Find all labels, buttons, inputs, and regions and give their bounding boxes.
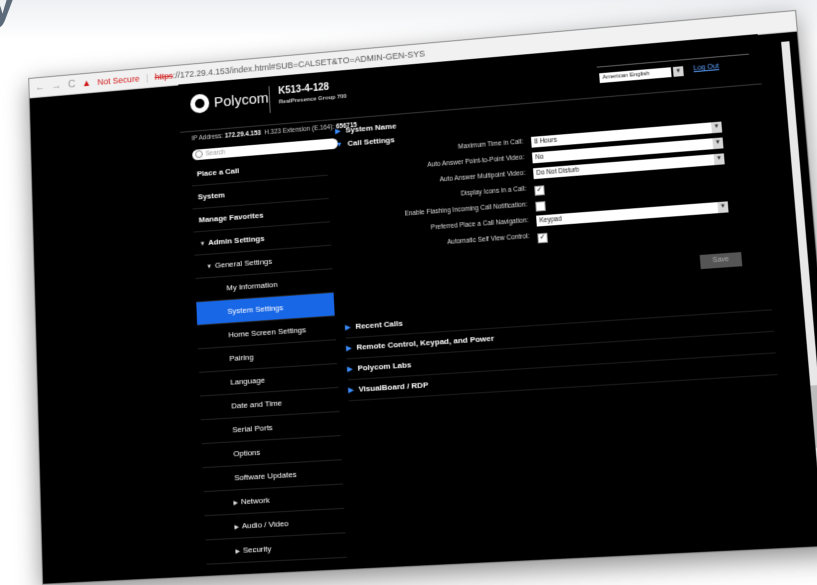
caret-down-icon: ▼ bbox=[199, 241, 206, 248]
logo-text: Polycom bbox=[213, 89, 269, 111]
expand-icon: ▶ bbox=[347, 366, 353, 374]
expand-icon: ▶ bbox=[348, 386, 354, 395]
save-button[interactable]: Save bbox=[699, 252, 743, 270]
caret-right-icon: ▶ bbox=[234, 524, 240, 531]
main-content: ▶ System Name ▼ Call Settings Maximum Time… bbox=[335, 90, 778, 402]
collapsed-sections: ▶ Recent Calls ▶ Remote Control, Keypad, a… bbox=[344, 288, 778, 402]
not-secure-label[interactable]: Not Secure bbox=[97, 74, 139, 87]
chevron-down-icon[interactable]: ▼ bbox=[672, 66, 684, 77]
browser-window: ← → C ▲ Not Secure | https://172.29.4.15… bbox=[28, 9, 817, 585]
auto-self-view-checkbox[interactable]: ✓ bbox=[537, 232, 548, 244]
address-separator: | bbox=[145, 73, 149, 83]
header-rule bbox=[596, 53, 750, 68]
screenshot-frame: ← → C ▲ Not Secure | https://172.29.4.15… bbox=[28, 9, 817, 585]
chevron-down-icon: ▼ bbox=[711, 121, 723, 134]
cropped-heading: y bbox=[0, 0, 15, 29]
chevron-down-icon: ▼ bbox=[712, 137, 724, 150]
sidebar: Place a Call System Manage Favorites ▼ Ad… bbox=[190, 152, 347, 565]
field-label: Maximum Time in Call: bbox=[457, 138, 524, 151]
caret-right-icon: ▶ bbox=[233, 500, 239, 507]
back-icon[interactable]: ← bbox=[35, 81, 45, 93]
expand-icon: ▶ bbox=[335, 128, 341, 136]
forward-icon[interactable]: → bbox=[51, 80, 61, 92]
collapse-icon: ▼ bbox=[335, 141, 343, 149]
chevron-down-icon: ▼ bbox=[717, 201, 729, 214]
caret-right-icon: ▶ bbox=[235, 548, 241, 556]
language-select[interactable]: American English bbox=[599, 67, 672, 84]
reload-icon[interactable]: C bbox=[68, 79, 76, 91]
logout-link[interactable]: Log Out bbox=[693, 63, 719, 72]
expand-icon: ▶ bbox=[346, 345, 352, 353]
polycom-logo-icon bbox=[189, 93, 210, 114]
polycom-logo: Polycom bbox=[189, 88, 269, 114]
flashing-notification-checkbox[interactable] bbox=[535, 201, 546, 212]
field-label: Display Icons in a Call: bbox=[460, 185, 527, 198]
display-icons-checkbox[interactable]: ✓ bbox=[534, 185, 545, 196]
warning-icon: ▲ bbox=[81, 77, 92, 89]
chevron-down-icon: ▼ bbox=[713, 153, 725, 166]
scrollbar-thumb[interactable] bbox=[810, 385, 817, 449]
expand-icon: ▶ bbox=[345, 324, 351, 332]
system-name: K513-4-128 bbox=[278, 81, 330, 97]
caret-down-icon: ▼ bbox=[206, 264, 213, 271]
header-divider bbox=[268, 86, 271, 113]
polycom-admin-app: Polycom K513-4-128 RealPresence Group 70… bbox=[178, 34, 801, 579]
